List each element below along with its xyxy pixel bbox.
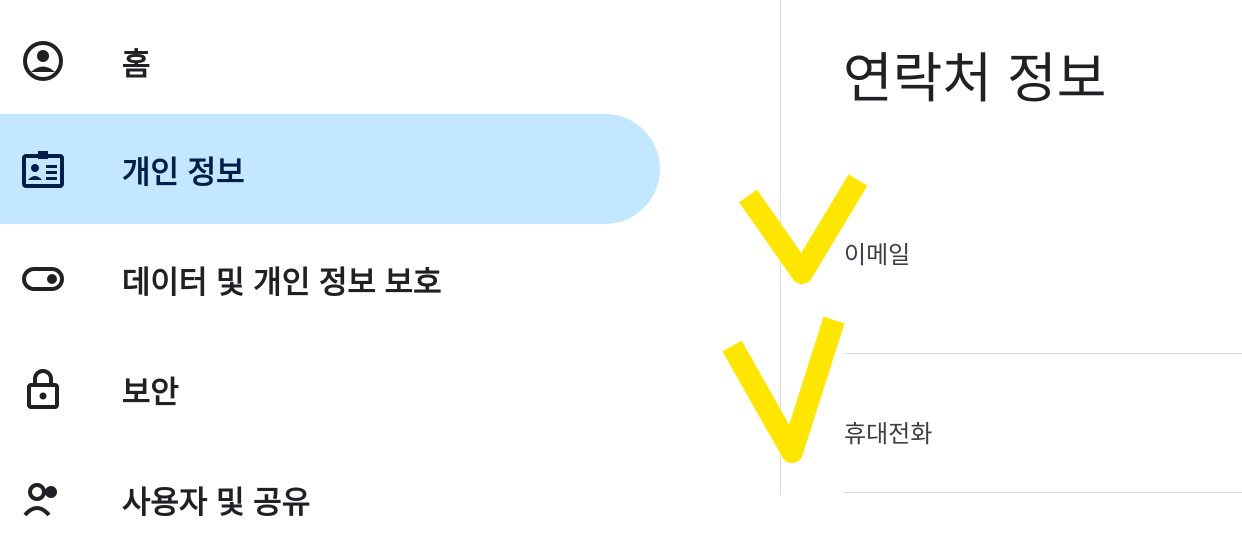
- email-row[interactable]: 이메일: [781, 195, 1242, 353]
- toggle-icon: [22, 258, 64, 300]
- sidebar-item-data-privacy[interactable]: 데이터 및 개인 정보 보호: [0, 224, 660, 334]
- page-title: 연락처 정보: [843, 49, 1107, 109]
- email-label: 이메일: [844, 242, 911, 269]
- sidebar-item-people-sharing[interactable]: 사용자 및 공유: [0, 444, 660, 554]
- phone-label: 휴대전화: [844, 421, 933, 448]
- sidebar-item-label: 사용자 및 공유: [122, 484, 311, 520]
- sidebar-item-label: 홈: [122, 46, 151, 82]
- sidebar-item-personal-info[interactable]: 개인 정보: [0, 114, 660, 224]
- sidebar-item-security[interactable]: 보안: [0, 334, 660, 444]
- row-divider: [844, 492, 1242, 493]
- badge-icon: [22, 148, 64, 190]
- sidebar-item-label: 보안: [122, 374, 180, 410]
- people-icon: [22, 478, 64, 520]
- account-circle-icon: [22, 40, 64, 82]
- lock-icon: [22, 368, 64, 410]
- sidebar-item-label: 개인 정보: [122, 154, 245, 190]
- sidebar-item-home[interactable]: 홈: [0, 6, 660, 116]
- contact-info-panel: 연락처 정보 이메일 휴대전화: [781, 0, 1242, 495]
- sidebar-nav: 홈 개인 정보 데이터 및 개인 정보 보호 보안 사용자 및 공유: [0, 0, 780, 520]
- phone-row[interactable]: 휴대전화: [781, 354, 1242, 492]
- sidebar-item-label: 데이터 및 개인 정보 보호: [122, 264, 442, 300]
